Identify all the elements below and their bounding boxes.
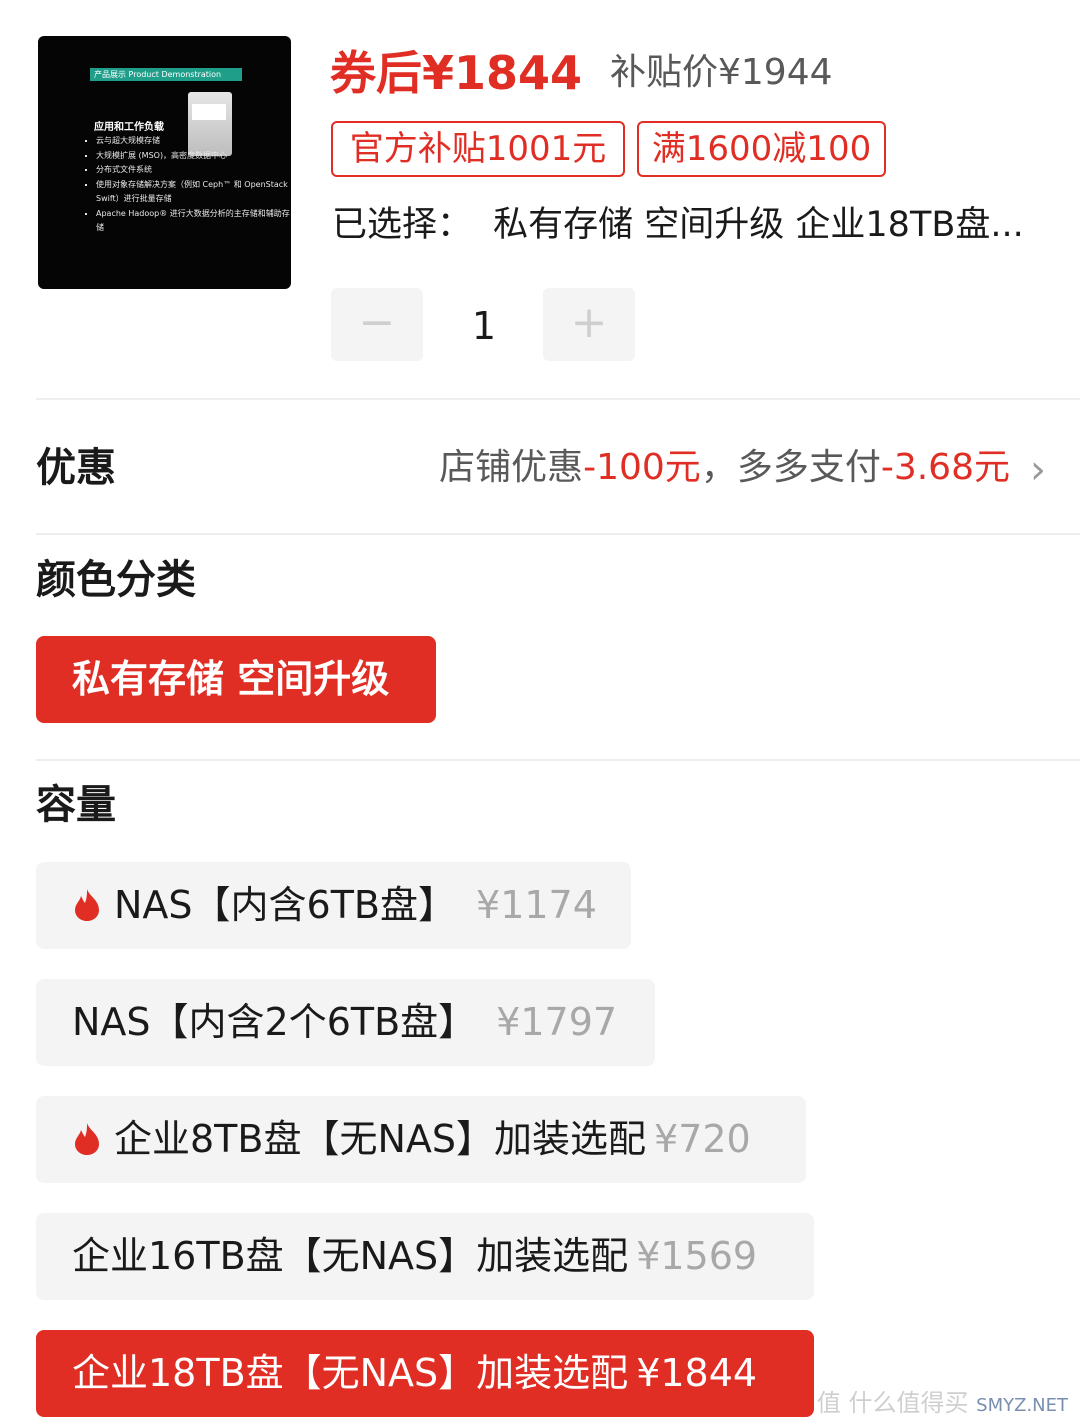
option-price: ¥1569	[636, 1234, 758, 1278]
option-price: ¥720	[654, 1117, 751, 1161]
store-discount-label: 店铺优惠	[439, 447, 584, 488]
option-label: 私有存储 空间升级	[72, 657, 390, 701]
capacity-option-nas-2x6tb[interactable]: NAS【内含2个6TB盘】 ¥1797	[36, 979, 655, 1066]
option-price: ¥1174	[476, 883, 597, 927]
watermark-site: SMYZ.NET	[976, 1395, 1068, 1416]
promo-summary[interactable]: 店铺优惠-100元，多多支付-3.68元	[439, 440, 1010, 496]
selected-summary: 已选择： 私有存储 空间升级 企业18TB盘...	[332, 198, 1024, 252]
capacity-option-8tb[interactable]: 企业8TB盘【无NAS】加装选配 ¥720	[36, 1096, 806, 1183]
color-section-title: 颜色分类	[36, 557, 196, 603]
selected-value: 私有存储 空间升级 企业18TB盘...	[493, 205, 1024, 245]
quantity-value[interactable]: 1	[448, 298, 520, 354]
product-image[interactable]: 产品展示 Product Demonstration 应用和工作负载 云与超大规…	[38, 36, 291, 289]
option-label: NAS【内含6TB盘】	[114, 883, 457, 927]
color-option-private-storage[interactable]: 私有存储 空间升级	[36, 636, 436, 723]
increase-button[interactable]: +	[543, 288, 635, 361]
price-after-coupon: 券后¥1844	[330, 46, 583, 100]
selected-label: 已选择：	[332, 205, 473, 245]
promo-title: 优惠	[36, 445, 116, 491]
capacity-option-nas-6tb[interactable]: NAS【内含6TB盘】 ¥1174	[36, 862, 631, 949]
option-label: 企业18TB盘【无NAS】加装选配	[72, 1351, 629, 1395]
capacity-section-title: 容量	[36, 782, 116, 828]
chevron-right-icon[interactable]: ›	[1030, 444, 1046, 496]
option-price: ¥1797	[496, 1000, 618, 1044]
official-subsidy-tag: 官方补贴1001元	[331, 121, 625, 177]
image-bullet: Apache Hadoop® 进行大数据分析的主存储和辅助存储	[96, 207, 291, 236]
pay-discount-value: -3.68元	[880, 447, 1010, 488]
discount-tag: 满1600减100	[637, 121, 886, 177]
image-banner: 产品展示 Product Demonstration	[90, 68, 242, 81]
option-price: ¥1844	[636, 1351, 758, 1395]
image-heading: 应用和工作负载	[94, 122, 164, 133]
capacity-option-16tb[interactable]: 企业16TB盘【无NAS】加装选配 ¥1569	[36, 1213, 814, 1300]
decrease-button[interactable]: −	[331, 288, 423, 361]
image-bullet: 大规模扩展 (MSO)，高密度数据中心	[96, 149, 291, 164]
promo-separator: ，	[700, 447, 737, 488]
option-label: 企业16TB盘【无NAS】加装选配	[72, 1234, 629, 1278]
divider	[36, 398, 1080, 400]
capacity-option-18tb[interactable]: 企业18TB盘【无NAS】加装选配 ¥1844	[36, 1330, 814, 1417]
store-discount-value: -100元	[583, 447, 701, 488]
image-bullet: 云与超大规模存储	[96, 134, 291, 149]
image-bullets: 云与超大规模存储 大规模扩展 (MSO)，高密度数据中心 分布式文件系统 使用对…	[82, 134, 291, 236]
subsidy-price: 补贴价¥1944	[610, 52, 833, 93]
option-label: NAS【内含2个6TB盘】	[72, 1000, 477, 1044]
fire-icon	[75, 889, 99, 921]
option-label: 企业8TB盘【无NAS】加装选配	[114, 1117, 647, 1161]
watermark: 值 什么值得买 SMYZ.NET	[817, 1383, 1068, 1418]
watermark-text: 值 什么值得买	[816, 1389, 969, 1417]
divider	[36, 533, 1080, 535]
fire-icon	[75, 1123, 99, 1155]
image-bullet: 分布式文件系统	[96, 163, 291, 178]
image-bullet: 使用对象存储解决方案（例如 Ceph™ 和 OpenStack Swift）进行…	[96, 178, 291, 207]
pay-discount-label: 多多支付	[736, 447, 881, 488]
divider	[36, 759, 1080, 761]
